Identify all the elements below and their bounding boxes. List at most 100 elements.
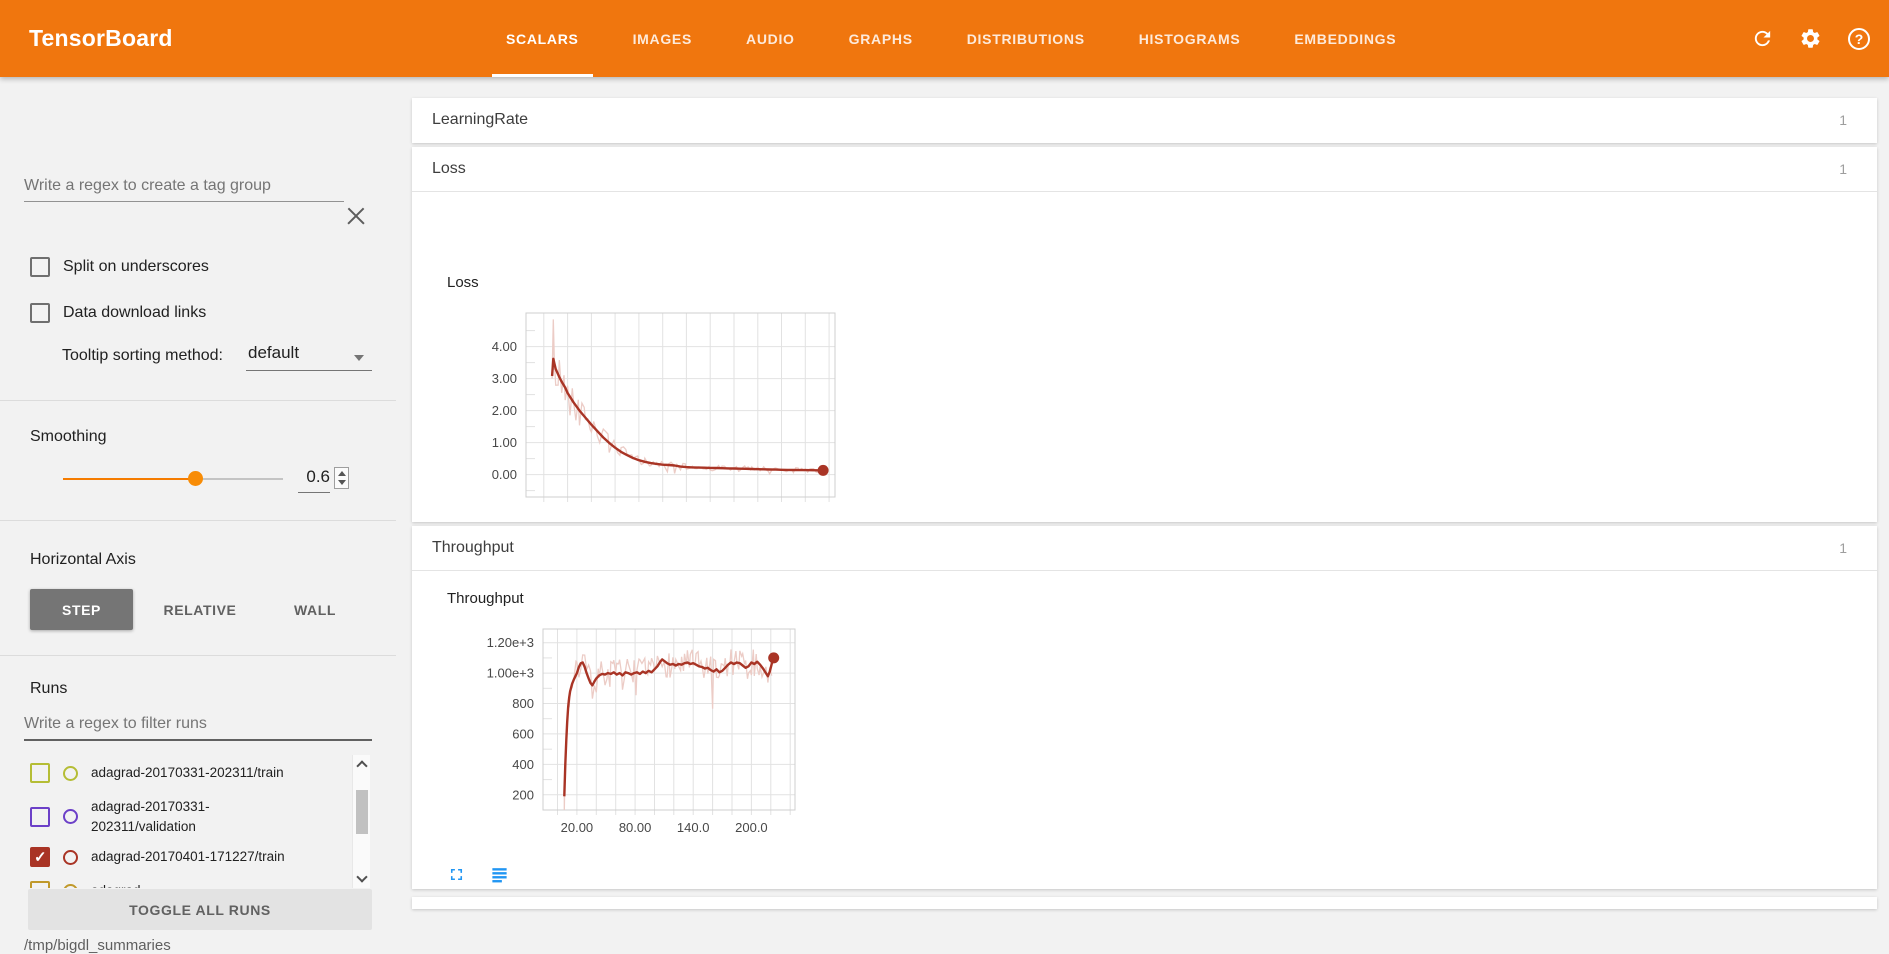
split-underscores-label: Split on underscores: [63, 258, 209, 276]
tab-images[interactable]: IMAGES: [633, 0, 692, 77]
axis-relative-button[interactable]: RELATIVE: [155, 589, 245, 630]
throughput-chart-actions: [447, 865, 509, 884]
loss-chart-title: Loss: [447, 274, 479, 291]
svg-text:800: 800: [512, 696, 534, 711]
svg-text:3.00: 3.00: [492, 371, 517, 386]
run-row[interactable]: adagrad-20170331-202311/train: [30, 763, 346, 783]
help-icon[interactable]: ?: [1847, 27, 1871, 51]
toggle-all-runs-button[interactable]: TOGGLE ALL RUNS: [28, 889, 372, 930]
loss-chart[interactable]: 0.001.002.003.004.00: [447, 303, 847, 534]
step-down-icon[interactable]: [338, 480, 346, 485]
tab-label: IMAGES: [633, 31, 692, 47]
smoothing-slider[interactable]: [63, 478, 283, 480]
throughput-chart[interactable]: 2004006008001.00e+31.20e+320.0080.00140.…: [447, 615, 817, 855]
axis-wall-button[interactable]: WALL: [285, 589, 345, 630]
tab-audio[interactable]: AUDIO: [746, 0, 795, 77]
section-count-badge: 1: [1839, 112, 1847, 128]
run-row[interactable]: adagrad-20170401-171227/train: [30, 847, 346, 867]
slider-fill: [63, 478, 195, 480]
section-title: LearningRate: [432, 111, 528, 129]
runs-label: Runs: [30, 680, 67, 698]
tab-bar: SCALARS IMAGES AUDIO GRAPHS DISTRIBUTION…: [506, 0, 1396, 77]
tab-graphs[interactable]: GRAPHS: [849, 0, 913, 77]
gear-icon[interactable]: [1799, 27, 1822, 50]
svg-text:140.0: 140.0: [677, 820, 710, 835]
app-title: TensorBoard: [29, 0, 173, 77]
axis-wall-label: WALL: [294, 602, 336, 618]
section-learningrate-header[interactable]: LearningRate 1: [412, 98, 1877, 142]
log-directory-path: /tmp/bigdl_summaries: [24, 937, 171, 954]
runs-scrollbar[interactable]: [352, 755, 370, 888]
step-up-icon[interactable]: [338, 471, 346, 476]
tab-label: AUDIO: [746, 31, 795, 47]
divider: [412, 570, 1877, 571]
run-row[interactable]: adagrad-20170331-202311/validation: [30, 797, 346, 836]
axis-step-label: STEP: [62, 602, 101, 618]
section-title: Throughput: [432, 539, 514, 557]
section-title: Loss: [432, 160, 466, 178]
section-loss-header[interactable]: Loss 1: [412, 147, 1877, 191]
refresh-icon[interactable]: [1751, 27, 1774, 50]
svg-text:600: 600: [512, 726, 534, 741]
svg-text:80.00: 80.00: [619, 820, 652, 835]
slider-knob[interactable]: [188, 471, 203, 486]
tooltip-sort-value: default: [248, 343, 299, 362]
app-header: TensorBoard SCALARS IMAGES AUDIO GRAPHS …: [0, 0, 1889, 77]
split-underscores-checkbox[interactable]: [30, 257, 50, 277]
tab-scalars[interactable]: SCALARS: [506, 0, 579, 77]
tab-embeddings[interactable]: EMBEDDINGS: [1294, 0, 1396, 77]
throughput-chart-title: Throughput: [447, 590, 524, 607]
axis-relative-label: RELATIVE: [164, 602, 237, 618]
section-count-badge: 1: [1839, 161, 1847, 177]
run-checkbox[interactable]: [30, 807, 50, 827]
divider: [0, 400, 396, 401]
smoothing-stepper[interactable]: [334, 467, 349, 489]
tab-histograms[interactable]: HISTOGRAMS: [1139, 0, 1241, 77]
data-download-checkbox[interactable]: [30, 303, 50, 323]
run-checkbox[interactable]: [30, 763, 50, 783]
axis-step-button[interactable]: STEP: [30, 589, 133, 630]
run-row[interactable]: adagrad-: [30, 881, 346, 888]
tag-regex-input[interactable]: [24, 177, 344, 202]
log-scale-icon[interactable]: [490, 865, 509, 884]
svg-text:20.00: 20.00: [561, 820, 594, 835]
run-label: adagrad-20170331-202311/validation: [91, 797, 303, 836]
close-icon[interactable]: [344, 204, 368, 228]
tab-label: SCALARS: [506, 31, 579, 47]
scroll-down-icon[interactable]: [356, 871, 367, 882]
tooltip-sort-label: Tooltip sorting method:: [62, 347, 223, 365]
data-download-label: Data download links: [63, 304, 206, 322]
tab-label: GRAPHS: [849, 31, 913, 47]
run-label: adagrad-20170401-171227/train: [91, 847, 303, 867]
scroll-up-icon[interactable]: [356, 760, 367, 771]
run-color-swatch: [63, 850, 78, 865]
run-label: adagrad-: [91, 881, 303, 888]
runs-list: adagrad-20170331-202311/train adagrad-20…: [0, 755, 352, 888]
section-throughput-header[interactable]: Throughput 1: [412, 526, 1877, 570]
svg-text:2.00: 2.00: [492, 403, 517, 418]
divider: [0, 655, 396, 656]
svg-text:400: 400: [512, 757, 534, 772]
smoothing-value[interactable]: 0.6: [298, 467, 330, 493]
horizontal-axis-label: Horizontal Axis: [30, 551, 136, 569]
section-throughput: Throughput 1 Throughput 2004006008001.00…: [412, 526, 1877, 889]
svg-text:?: ?: [1855, 31, 1864, 47]
fullscreen-icon[interactable]: [447, 865, 466, 884]
scrollbar-thumb[interactable]: [356, 790, 368, 834]
run-color-swatch: [63, 884, 78, 889]
tab-label: EMBEDDINGS: [1294, 31, 1396, 47]
divider: [412, 191, 1877, 192]
run-checkbox[interactable]: [30, 847, 50, 867]
tab-distributions[interactable]: DISTRIBUTIONS: [967, 0, 1085, 77]
svg-text:1.00e+3: 1.00e+3: [487, 666, 534, 681]
tab-label: HISTOGRAMS: [1139, 31, 1241, 47]
run-color-swatch: [63, 766, 78, 781]
svg-text:4.00: 4.00: [492, 339, 517, 354]
section-next-sliver[interactable]: [412, 897, 1877, 909]
svg-text:200.0: 200.0: [735, 820, 768, 835]
section-count-badge: 1: [1839, 540, 1847, 556]
divider: [0, 520, 396, 521]
section-learningrate: LearningRate 1: [412, 98, 1877, 143]
run-checkbox[interactable]: [30, 881, 50, 888]
run-regex-input[interactable]: [24, 715, 372, 741]
